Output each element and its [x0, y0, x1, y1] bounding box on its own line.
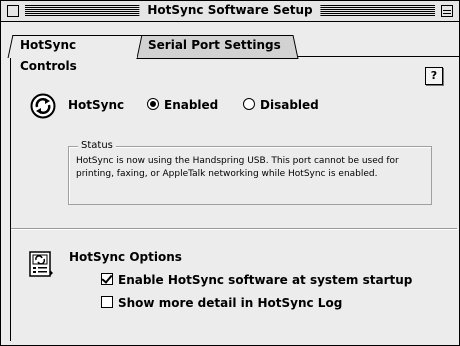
enable-at-startup-label: Enable HotSync software at system startu…: [118, 273, 413, 287]
hotsync-label: HotSync: [68, 98, 125, 112]
selected-tab-joint: [11, 55, 137, 58]
status-title: Status: [78, 139, 116, 153]
title-bar[interactable]: HotSync Software Setup: [1, 1, 459, 22]
show-more-detail-checkbox[interactable]: Show more detail in HotSync Log: [101, 296, 342, 310]
checkbox-checked-indicator[interactable]: [101, 273, 113, 285]
help-button[interactable]: ?: [425, 67, 443, 85]
status-text: HotSync is now using the Handspring USB.…: [76, 156, 399, 179]
radio-indicator[interactable]: [243, 98, 255, 110]
hotsync-options-title: HotSync Options: [69, 250, 182, 264]
enabled-radio[interactable]: Enabled: [147, 98, 218, 112]
radio-selected-indicator[interactable]: [147, 98, 159, 110]
tab-hotsync-controls[interactable]: HotSync Controls: [7, 35, 143, 73]
window-title: HotSync Software Setup: [139, 2, 321, 19]
show-more-detail-label: Show more detail in HotSync Log: [118, 296, 343, 310]
tab-label: Serial Port Settings: [148, 38, 281, 52]
hotsync-options-icon: [29, 251, 53, 277]
disabled-radio-label: Disabled: [260, 98, 319, 112]
collapse-box[interactable]: [441, 5, 453, 17]
enabled-radio-label: Enabled: [164, 98, 219, 112]
tab-serial-port-settings[interactable]: Serial Port Settings: [131, 35, 299, 59]
checkbox-indicator[interactable]: [101, 296, 113, 308]
close-box[interactable]: [7, 5, 19, 17]
hotsync-icon: [30, 93, 56, 119]
disabled-radio[interactable]: Disabled: [243, 98, 319, 112]
section-divider: [11, 228, 457, 230]
enable-at-startup-checkbox[interactable]: Enable HotSync software at system startu…: [101, 273, 412, 287]
